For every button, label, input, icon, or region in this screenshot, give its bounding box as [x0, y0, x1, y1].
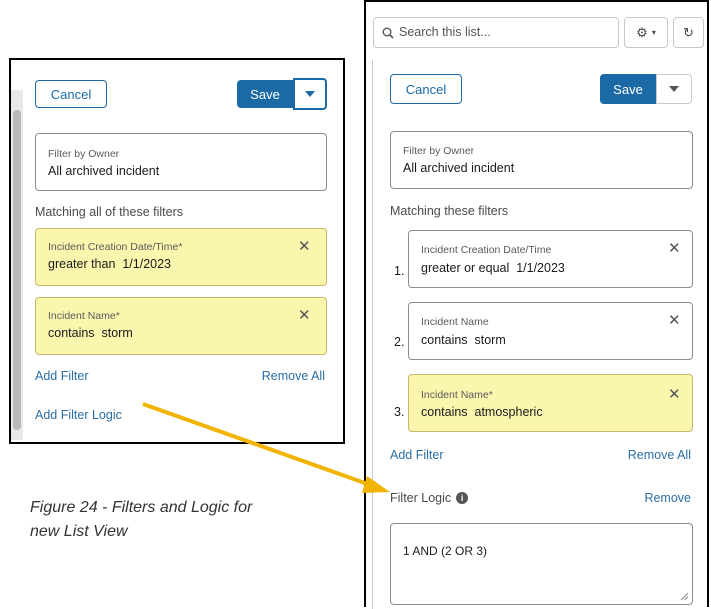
matching-label: Matching these filters: [390, 204, 509, 218]
chevron-down-icon: [669, 86, 679, 92]
filter-field: Incident Creation Date/Time*: [48, 241, 183, 253]
remove-all-link[interactable]: Remove All: [262, 369, 325, 383]
matching-label: Matching all of these filters: [35, 205, 183, 219]
cancel-button[interactable]: Cancel: [390, 74, 462, 104]
left-scrollbar[interactable]: [11, 90, 23, 440]
save-options-dropdown[interactable]: [656, 74, 692, 104]
inner-panel-frame: [372, 60, 373, 609]
filter-by-owner[interactable]: Filter by Owner All archived incident: [35, 133, 327, 191]
filter-item-1[interactable]: Incident Creation Date/Time greater or e…: [408, 230, 693, 288]
save-button[interactable]: Save: [600, 74, 656, 104]
left-filter-panel: Cancel Save Filter by Owner All archived…: [9, 58, 345, 444]
refresh-button[interactable]: ↻: [673, 17, 704, 48]
figure-caption: Figure 24 - Filters and Logic for new Li…: [30, 496, 350, 544]
owner-value: All archived incident: [403, 161, 515, 175]
scroll-thumb[interactable]: [13, 110, 21, 430]
chevron-down-icon: [305, 91, 315, 97]
add-filter-logic-link[interactable]: Add Filter Logic: [35, 408, 122, 422]
filter-by-owner[interactable]: Filter by Owner All archived incident: [390, 131, 693, 189]
close-icon[interactable]: ✕: [668, 313, 681, 328]
owner-value: All archived incident: [48, 164, 160, 178]
filter-logic-label: Filter Logic i: [390, 491, 469, 505]
info-icon[interactable]: i: [456, 492, 469, 504]
gear-icon: ⚙: [636, 24, 648, 40]
search-placeholder: Search this list...: [399, 25, 491, 39]
filter-item-2[interactable]: Incident Name contains storm ✕: [408, 302, 693, 360]
resize-handle-icon[interactable]: [680, 592, 689, 601]
filter-logic-value: 1 AND (2 OR 3): [403, 544, 488, 558]
filter-condition: greater than 1/1/2023: [48, 257, 172, 271]
add-filter-link[interactable]: Add Filter: [390, 448, 444, 462]
caption-line-2: new List View: [30, 523, 128, 540]
add-filter-link[interactable]: Add Filter: [35, 369, 89, 383]
filter-logic-text: Filter Logic: [390, 491, 452, 505]
right-filter-panel: Search this list... ⚙ ▾ ↻ Cancel Save Fi…: [364, 0, 709, 609]
filter-condition: contains storm: [421, 333, 506, 347]
cancel-button[interactable]: Cancel: [35, 80, 107, 108]
close-icon[interactable]: ✕: [668, 241, 681, 256]
filter-number: 3.: [394, 405, 405, 419]
filter-number: 1.: [394, 264, 405, 278]
chevron-down-icon: ▾: [651, 28, 656, 37]
filter-condition: contains storm: [48, 326, 133, 340]
close-icon[interactable]: ✕: [668, 387, 681, 402]
close-icon[interactable]: ✕: [298, 239, 311, 254]
owner-label: Filter by Owner: [403, 145, 475, 157]
filter-field: Incident Creation Date/Time: [421, 244, 552, 256]
remove-logic-link[interactable]: Remove: [644, 491, 691, 505]
caption-line-1: Figure 24 - Filters and Logic for: [30, 499, 253, 516]
save-button[interactable]: Save: [237, 80, 293, 108]
filter-field: Incident Name*: [48, 310, 120, 322]
list-settings-button[interactable]: ⚙ ▾: [624, 17, 668, 48]
owner-label: Filter by Owner: [48, 148, 120, 160]
filter-condition: greater or equal 1/1/2023: [421, 261, 565, 275]
filter-field: Incident Name: [421, 316, 489, 328]
filter-logic-input[interactable]: 1 AND (2 OR 3): [390, 523, 693, 605]
filter-item-2[interactable]: Incident Name* contains storm ✕: [35, 297, 327, 355]
save-options-dropdown[interactable]: [293, 78, 327, 110]
remove-all-link[interactable]: Remove All: [628, 448, 691, 462]
search-input[interactable]: Search this list...: [373, 17, 619, 48]
filter-item-3[interactable]: Incident Name* contains atmospheric ✕: [408, 374, 693, 432]
filter-field: Incident Name*: [421, 389, 493, 401]
close-icon[interactable]: ✕: [298, 308, 311, 323]
search-icon: [382, 27, 394, 39]
refresh-icon: ↻: [683, 24, 694, 40]
filter-condition: contains atmospheric: [421, 405, 543, 419]
filter-number: 2.: [394, 335, 405, 349]
filter-item-1[interactable]: Incident Creation Date/Time* greater tha…: [35, 228, 327, 286]
